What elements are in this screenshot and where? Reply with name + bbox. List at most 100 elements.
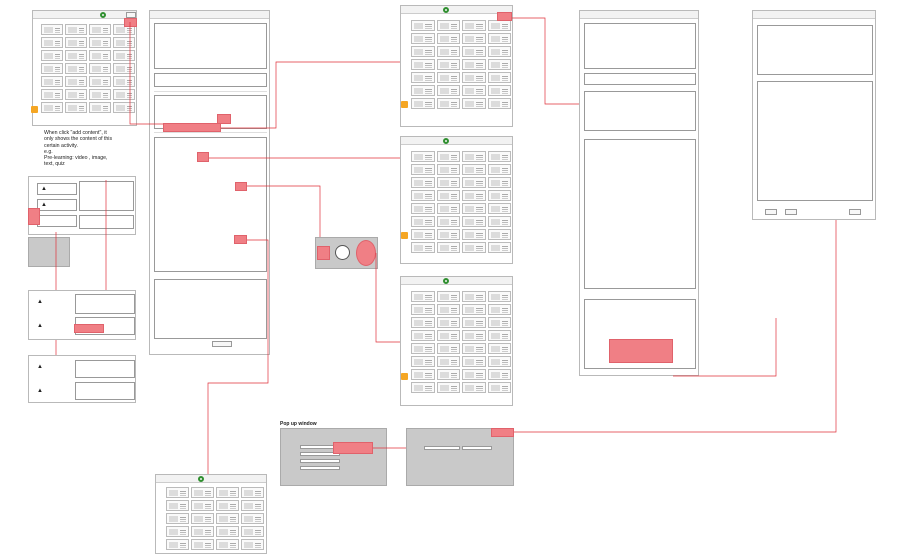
- content-card[interactable]: [191, 500, 214, 511]
- content-card[interactable]: [216, 526, 239, 537]
- content-card[interactable]: [411, 190, 435, 201]
- content-card[interactable]: [113, 50, 135, 61]
- content-card[interactable]: [487, 242, 511, 253]
- content-card[interactable]: [487, 164, 511, 175]
- content-card[interactable]: [462, 46, 486, 57]
- back-button[interactable]: [765, 209, 777, 215]
- content-card[interactable]: [462, 151, 486, 162]
- content-card[interactable]: [191, 526, 214, 537]
- content-card[interactable]: [241, 539, 264, 550]
- content-card[interactable]: [436, 190, 460, 201]
- content-card[interactable]: [411, 46, 435, 57]
- content-card[interactable]: [462, 304, 486, 315]
- content-card[interactable]: [411, 72, 435, 83]
- content-card[interactable]: [65, 89, 87, 100]
- content-card[interactable]: [487, 382, 511, 393]
- content-card[interactable]: [411, 203, 435, 214]
- content-card[interactable]: [462, 72, 486, 83]
- content-card[interactable]: [436, 343, 460, 354]
- content-card[interactable]: [436, 229, 460, 240]
- content-card[interactable]: [191, 487, 214, 498]
- content-card[interactable]: [89, 37, 111, 48]
- next-button[interactable]: [212, 341, 232, 347]
- content-card[interactable]: [462, 382, 486, 393]
- content-card[interactable]: [462, 216, 486, 227]
- activity-option-icon[interactable]: [335, 245, 350, 260]
- content-card[interactable]: [411, 20, 435, 31]
- content-card[interactable]: [411, 343, 435, 354]
- content-card[interactable]: [436, 85, 460, 96]
- content-card[interactable]: [241, 513, 264, 524]
- content-card[interactable]: [487, 33, 511, 44]
- content-card[interactable]: [65, 63, 87, 74]
- content-card[interactable]: [41, 24, 63, 35]
- content-card[interactable]: [487, 98, 511, 109]
- content-card[interactable]: [65, 24, 87, 35]
- content-card[interactable]: [411, 304, 435, 315]
- content-card[interactable]: [462, 33, 486, 44]
- content-card[interactable]: [411, 382, 435, 393]
- content-card[interactable]: [487, 343, 511, 354]
- content-card[interactable]: [41, 50, 63, 61]
- content-card[interactable]: [65, 102, 87, 113]
- content-card[interactable]: [436, 356, 460, 367]
- content-card[interactable]: [487, 85, 511, 96]
- content-card[interactable]: [462, 291, 486, 302]
- content-card[interactable]: [487, 59, 511, 70]
- content-card[interactable]: [89, 89, 111, 100]
- content-card[interactable]: [462, 59, 486, 70]
- content-card[interactable]: [411, 229, 435, 240]
- content-card[interactable]: [65, 76, 87, 87]
- save-button[interactable]: [785, 209, 797, 215]
- content-card[interactable]: [411, 177, 435, 188]
- content-card[interactable]: [436, 72, 460, 83]
- content-card[interactable]: [41, 63, 63, 74]
- content-card[interactable]: [436, 151, 460, 162]
- content-card[interactable]: [487, 216, 511, 227]
- content-card[interactable]: [487, 291, 511, 302]
- content-card[interactable]: [191, 513, 214, 524]
- content-card[interactable]: [462, 317, 486, 328]
- popup-field[interactable]: [424, 446, 460, 450]
- content-card[interactable]: [166, 487, 189, 498]
- content-card[interactable]: [411, 85, 435, 96]
- content-card[interactable]: [487, 20, 511, 31]
- content-card[interactable]: [436, 304, 460, 315]
- content-card[interactable]: [411, 330, 435, 341]
- popup-field[interactable]: [300, 466, 340, 470]
- content-card[interactable]: [487, 304, 511, 315]
- content-card[interactable]: [89, 63, 111, 74]
- content-card[interactable]: [436, 177, 460, 188]
- content-card[interactable]: [216, 539, 239, 550]
- content-card[interactable]: [411, 59, 435, 70]
- popup-field[interactable]: [300, 459, 340, 463]
- content-card[interactable]: [487, 203, 511, 214]
- content-card[interactable]: [113, 102, 135, 113]
- content-card[interactable]: [487, 151, 511, 162]
- content-card[interactable]: [113, 37, 135, 48]
- content-card[interactable]: [166, 500, 189, 511]
- content-card[interactable]: [462, 85, 486, 96]
- publish-button[interactable]: [849, 209, 861, 215]
- content-card[interactable]: [436, 317, 460, 328]
- content-card[interactable]: [436, 46, 460, 57]
- content-card[interactable]: [411, 291, 435, 302]
- content-card[interactable]: [487, 369, 511, 380]
- content-card[interactable]: [487, 330, 511, 341]
- content-card[interactable]: [462, 242, 486, 253]
- content-card[interactable]: [166, 539, 189, 550]
- content-card[interactable]: [411, 317, 435, 328]
- content-card[interactable]: [89, 76, 111, 87]
- content-card[interactable]: [436, 33, 460, 44]
- content-card[interactable]: [487, 317, 511, 328]
- content-card[interactable]: [436, 330, 460, 341]
- content-card[interactable]: [166, 526, 189, 537]
- content-card[interactable]: [462, 330, 486, 341]
- content-card[interactable]: [216, 500, 239, 511]
- content-card[interactable]: [216, 487, 239, 498]
- content-card[interactable]: [487, 190, 511, 201]
- content-card[interactable]: [462, 343, 486, 354]
- content-card[interactable]: [166, 513, 189, 524]
- content-card[interactable]: [89, 102, 111, 113]
- content-card[interactable]: [487, 177, 511, 188]
